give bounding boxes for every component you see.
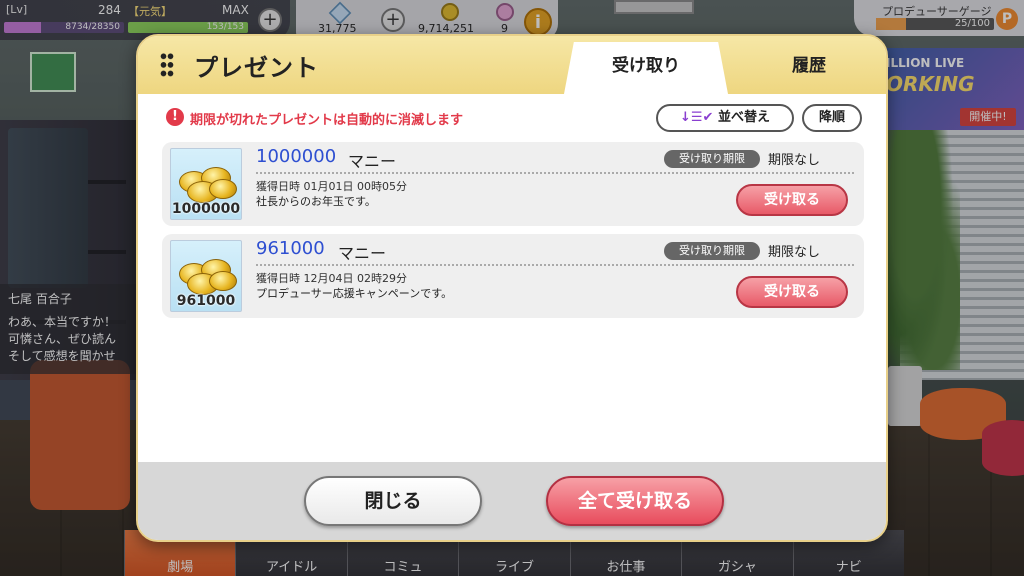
money-coins-icon: 961000 (170, 240, 242, 312)
expiry-warning: 期限が切れたプレゼントは自動的に消滅します (190, 113, 464, 128)
thumb-quantity: 1000000 (171, 201, 241, 217)
coin-shape (209, 271, 237, 291)
item-amount: 961000 (256, 238, 325, 259)
order-button[interactable]: 降順 (802, 104, 862, 132)
present-list: 1000000 1000000 マニー 受け取り期限 期限なし 獲得日時 01月… (162, 142, 864, 326)
deadline-value: 期限なし (768, 245, 821, 260)
acquired-date: 獲得日時 12月04日 02時29分 (256, 272, 407, 285)
modal-title: プレゼント (194, 54, 319, 82)
money-coins-icon: 1000000 (170, 148, 242, 220)
dotted-divider (256, 172, 854, 174)
present-item: 961000 961000 マニー 受け取り期限 期限なし 獲得日時 12月04… (162, 234, 864, 318)
thumb-quantity: 961000 (176, 293, 236, 309)
receive-button[interactable]: 受け取る (736, 184, 848, 216)
item-description: 社長からのお年玉です。 (256, 195, 376, 208)
modal-header: プレゼント 受け取り 履歴 (138, 36, 886, 94)
modal-footer: 閉じる 全て受け取る (138, 462, 886, 540)
warning-icon: ! (166, 108, 184, 126)
deadline-value: 期限なし (768, 153, 821, 168)
sort-button[interactable]: ↓☰✔ 並べ替え (656, 104, 794, 132)
present-modal: プレゼント 受け取り 履歴 ! 期限が切れたプレゼントは自動的に消滅します ↓☰… (136, 34, 888, 542)
item-unit: マニー (348, 152, 397, 171)
grip-dots-icon (160, 52, 174, 78)
dotted-divider (256, 264, 854, 266)
receive-all-button[interactable]: 全て受け取る (546, 476, 724, 526)
tab-history[interactable]: 履歴 (734, 42, 884, 94)
tab-receive[interactable]: 受け取り (564, 42, 728, 94)
close-button[interactable]: 閉じる (304, 476, 482, 526)
acquired-date: 獲得日時 01月01日 00時05分 (256, 180, 407, 193)
deadline-tag: 受け取り期限 (664, 150, 760, 168)
coin-shape (209, 179, 237, 199)
item-unit: マニー (338, 244, 387, 263)
receive-button[interactable]: 受け取る (736, 276, 848, 308)
item-description: プロデューサー応援キャンペーンです。 (256, 287, 453, 300)
present-item: 1000000 1000000 マニー 受け取り期限 期限なし 獲得日時 01月… (162, 142, 864, 226)
sort-icon: ↓☰✔ (680, 110, 714, 125)
deadline-tag: 受け取り期限 (664, 242, 760, 260)
item-amount: 1000000 (256, 146, 337, 167)
sort-label: 並べ替え (717, 110, 770, 125)
